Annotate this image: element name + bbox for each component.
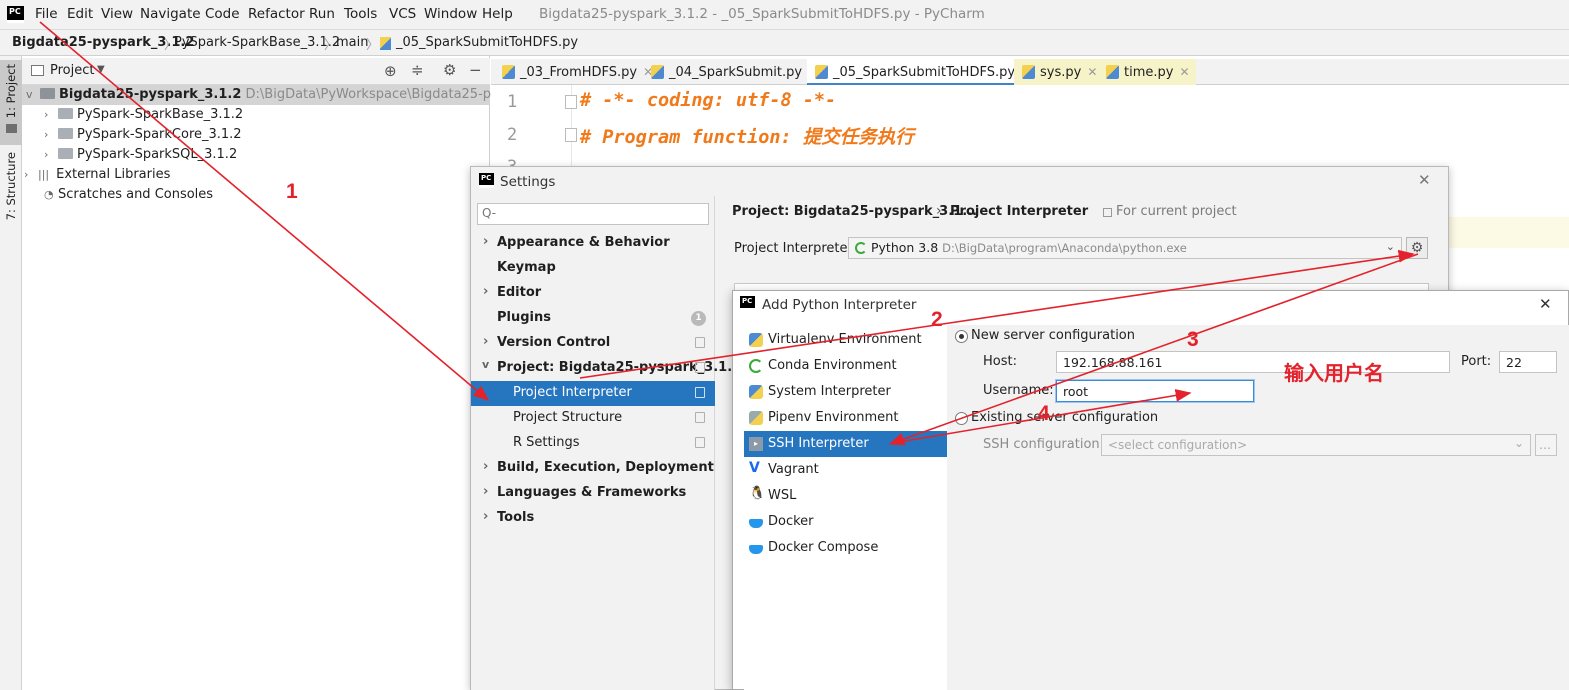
annotation-number-4: 4: [1038, 402, 1050, 425]
annotation-note: 输入用户名: [1284, 363, 1384, 385]
annotation-number-1: 1: [286, 180, 298, 203]
annotation-number-2: 2: [931, 308, 943, 331]
annotation-overlay: [39, 21, 1419, 446]
annotation-number-3: 3: [1187, 328, 1199, 351]
annotation-arrow-3: [888, 253, 1419, 446]
annotation-arrow-1: [39, 21, 490, 402]
